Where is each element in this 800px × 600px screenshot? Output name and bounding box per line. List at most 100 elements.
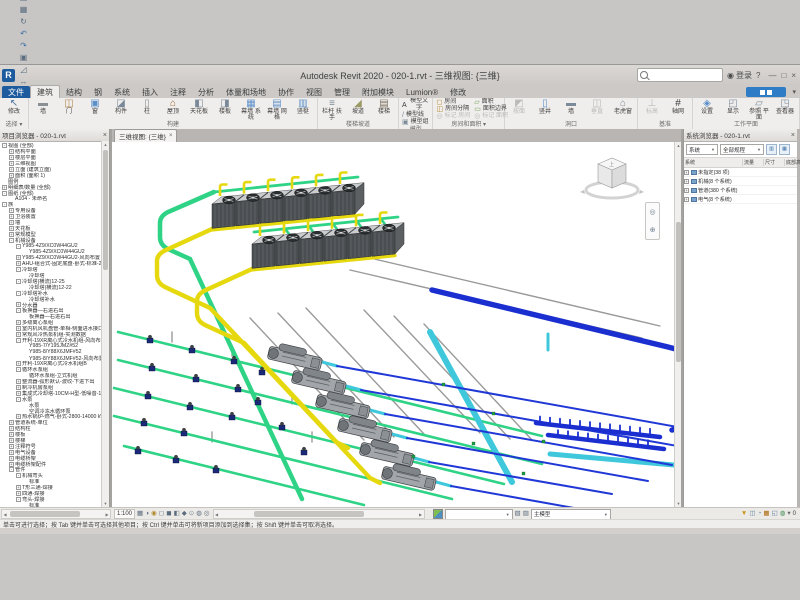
- selection-toolbar-icon[interactable]: ◱: [772, 509, 778, 519]
- selection-toolbar-icon[interactable]: ◔: [757, 509, 761, 519]
- qat-icon[interactable]: ◿: [18, 63, 29, 75]
- ribbon-tab[interactable]: 建筑: [30, 85, 60, 98]
- steering-wheel-icon[interactable]: ◎: [649, 208, 655, 216]
- close-icon[interactable]: ×: [103, 132, 107, 139]
- ribbon-tab[interactable]: 插入: [136, 86, 164, 98]
- ribbon-button[interactable]: ◈设置: [694, 98, 720, 115]
- tree-expander[interactable]: +: [9, 438, 14, 443]
- ribbon-button[interactable]: ≡栏杆 扶手: [319, 98, 345, 121]
- tree-expander[interactable]: -: [16, 497, 21, 502]
- autofit-columns-icon[interactable]: ▥: [766, 144, 777, 155]
- tree-expander[interactable]: +: [9, 232, 14, 237]
- ribbon-button[interactable]: ▦幕墙 系统: [238, 98, 264, 121]
- valves[interactable]: [412, 383, 545, 475]
- qat-icon[interactable]: ↷: [18, 39, 29, 51]
- ribbon-button[interactable]: ◎标记 房间: [434, 113, 472, 120]
- tree-expander[interactable]: -: [16, 473, 21, 478]
- ribbon-button[interactable]: ⊥标高: [639, 98, 665, 115]
- ribbon-button[interactable]: ◫门: [56, 98, 82, 115]
- view-control-icon[interactable]: ◎: [204, 509, 210, 519]
- system-row[interactable]: + 电气(8 个系统): [684, 195, 797, 204]
- tree-expander[interactable]: -: [16, 291, 21, 296]
- selection-toolbar-icon[interactable]: ◫: [749, 509, 755, 519]
- tree-expander[interactable]: +: [684, 179, 689, 184]
- ribbon-button[interactable]: ◫垂直: [584, 98, 610, 115]
- ribbon-tab[interactable]: 协作: [272, 86, 300, 98]
- tree-expander[interactable]: +: [684, 170, 689, 175]
- ribbon-tab[interactable]: Lumion®: [400, 86, 444, 98]
- tree-expander[interactable]: +: [9, 226, 14, 231]
- tree-expander[interactable]: -: [9, 467, 14, 472]
- tree-expander[interactable]: +: [16, 255, 21, 260]
- project-browser-hscrollbar[interactable]: ◀▶: [1, 509, 111, 519]
- system-row[interactable]: + 机械(8 个系统): [684, 177, 797, 186]
- view-scale-button[interactable]: 1:100: [114, 509, 135, 519]
- tree-expander[interactable]: +: [9, 432, 14, 437]
- ribbon-tab[interactable]: 管理: [328, 86, 356, 98]
- tree-expander[interactable]: +: [9, 155, 14, 160]
- ribbon-button[interactable]: ◨楼板: [212, 98, 238, 115]
- ribbon-button[interactable]: ▤幕墙 网格: [264, 98, 290, 121]
- ribbon-tab[interactable]: 系统: [108, 86, 136, 98]
- ribbon-tab[interactable]: 分析: [192, 86, 220, 98]
- view-control-icon[interactable]: ◼: [166, 509, 171, 519]
- view-tab-close-icon[interactable]: ×: [169, 133, 173, 139]
- help-icon[interactable]: ?: [756, 71, 760, 80]
- design-options-icon[interactable]: ▨: [523, 509, 529, 519]
- ribbon-tab[interactable]: 注释: [164, 86, 192, 98]
- ribbon-button[interactable]: #轴网: [665, 98, 691, 115]
- tree-expander[interactable]: +: [16, 326, 21, 331]
- selection-toolbar-icon[interactable]: ◍: [780, 509, 786, 519]
- ribbon-button[interactable]: ◳查看器: [772, 98, 798, 115]
- tree-expander[interactable]: +: [16, 320, 21, 325]
- tree-expander[interactable]: +: [16, 491, 21, 496]
- tree-expander[interactable]: -: [16, 367, 21, 372]
- tree-expander[interactable]: +: [2, 185, 7, 190]
- tree-expander[interactable]: -: [16, 338, 21, 343]
- tree-expander[interactable]: +: [9, 161, 14, 166]
- drawing-canvas[interactable]: 上 ◎ ⊕: [112, 142, 674, 507]
- tree-expander[interactable]: +: [16, 302, 21, 307]
- tree-expander[interactable]: +: [16, 391, 21, 396]
- tree-expander[interactable]: +: [9, 149, 14, 154]
- ribbon-button[interactable]: ◢坡道: [345, 98, 371, 115]
- view-control-icon[interactable]: ◍: [196, 509, 202, 519]
- qat-icon[interactable]: ↶: [18, 27, 29, 39]
- ribbon-button[interactable]: ⌂屋顶: [160, 98, 186, 115]
- tree-expander[interactable]: +: [684, 197, 689, 202]
- tree-expander[interactable]: +: [9, 456, 14, 461]
- ribbon-button[interactable]: ▥竖梃: [290, 98, 316, 115]
- system-browser-title[interactable]: 系统浏览器 - 020-1.rvt ×: [684, 129, 797, 142]
- system-row[interactable]: + 未指定(38 项): [684, 168, 797, 177]
- ribbon-button[interactable]: ▯竖井: [532, 98, 558, 115]
- tree-expander[interactable]: +: [16, 261, 21, 266]
- tree-expander[interactable]: +: [9, 173, 14, 178]
- tree-expander[interactable]: +: [9, 208, 14, 213]
- tree-expander[interactable]: -: [2, 143, 7, 148]
- panel-label[interactable]: 选择 ▾: [1, 121, 27, 129]
- ribbon-button[interactable]: ◩按面: [506, 98, 532, 115]
- ribbon-tab[interactable]: 结构: [60, 86, 88, 98]
- window-controls[interactable]: —□×: [768, 71, 796, 80]
- tree-expander[interactable]: +: [9, 444, 14, 449]
- qat-icon[interactable]: ▣: [18, 51, 29, 63]
- ribbon-button[interactable]: ▬墙: [558, 98, 584, 115]
- view-control-icon[interactable]: ◉: [151, 509, 157, 519]
- view-tab[interactable]: 三维视图: {三维} ×: [114, 129, 177, 142]
- discipline-filter-dropdown[interactable]: 全部规程▼: [720, 144, 764, 155]
- panel-label[interactable]: 房间和面积 ▾: [434, 121, 503, 129]
- ribbon-button[interactable]: ◎标记 面积: [472, 113, 510, 120]
- tree-expander[interactable]: +: [9, 220, 14, 225]
- view-control-icon[interactable]: ◑: [145, 509, 149, 519]
- worksets-icon[interactable]: [433, 509, 443, 519]
- tree-expander[interactable]: +: [9, 426, 14, 431]
- qat-icon[interactable]: ↻: [18, 15, 29, 27]
- zoom-icon[interactable]: ⊕: [650, 226, 656, 234]
- project-browser-title[interactable]: 项目浏览器 - 020-1.rvt ×: [0, 129, 109, 142]
- view-cube[interactable]: 上: [576, 150, 646, 212]
- tree-item[interactable]: +整流器-弧形默认-波纹-下进下出: [0, 379, 109, 385]
- qat-icon[interactable]: ▦: [18, 3, 29, 15]
- view-control-icon[interactable]: ◆: [182, 509, 187, 519]
- view-control-icon[interactable]: ⊙: [189, 509, 194, 519]
- tree-expander[interactable]: +: [9, 214, 14, 219]
